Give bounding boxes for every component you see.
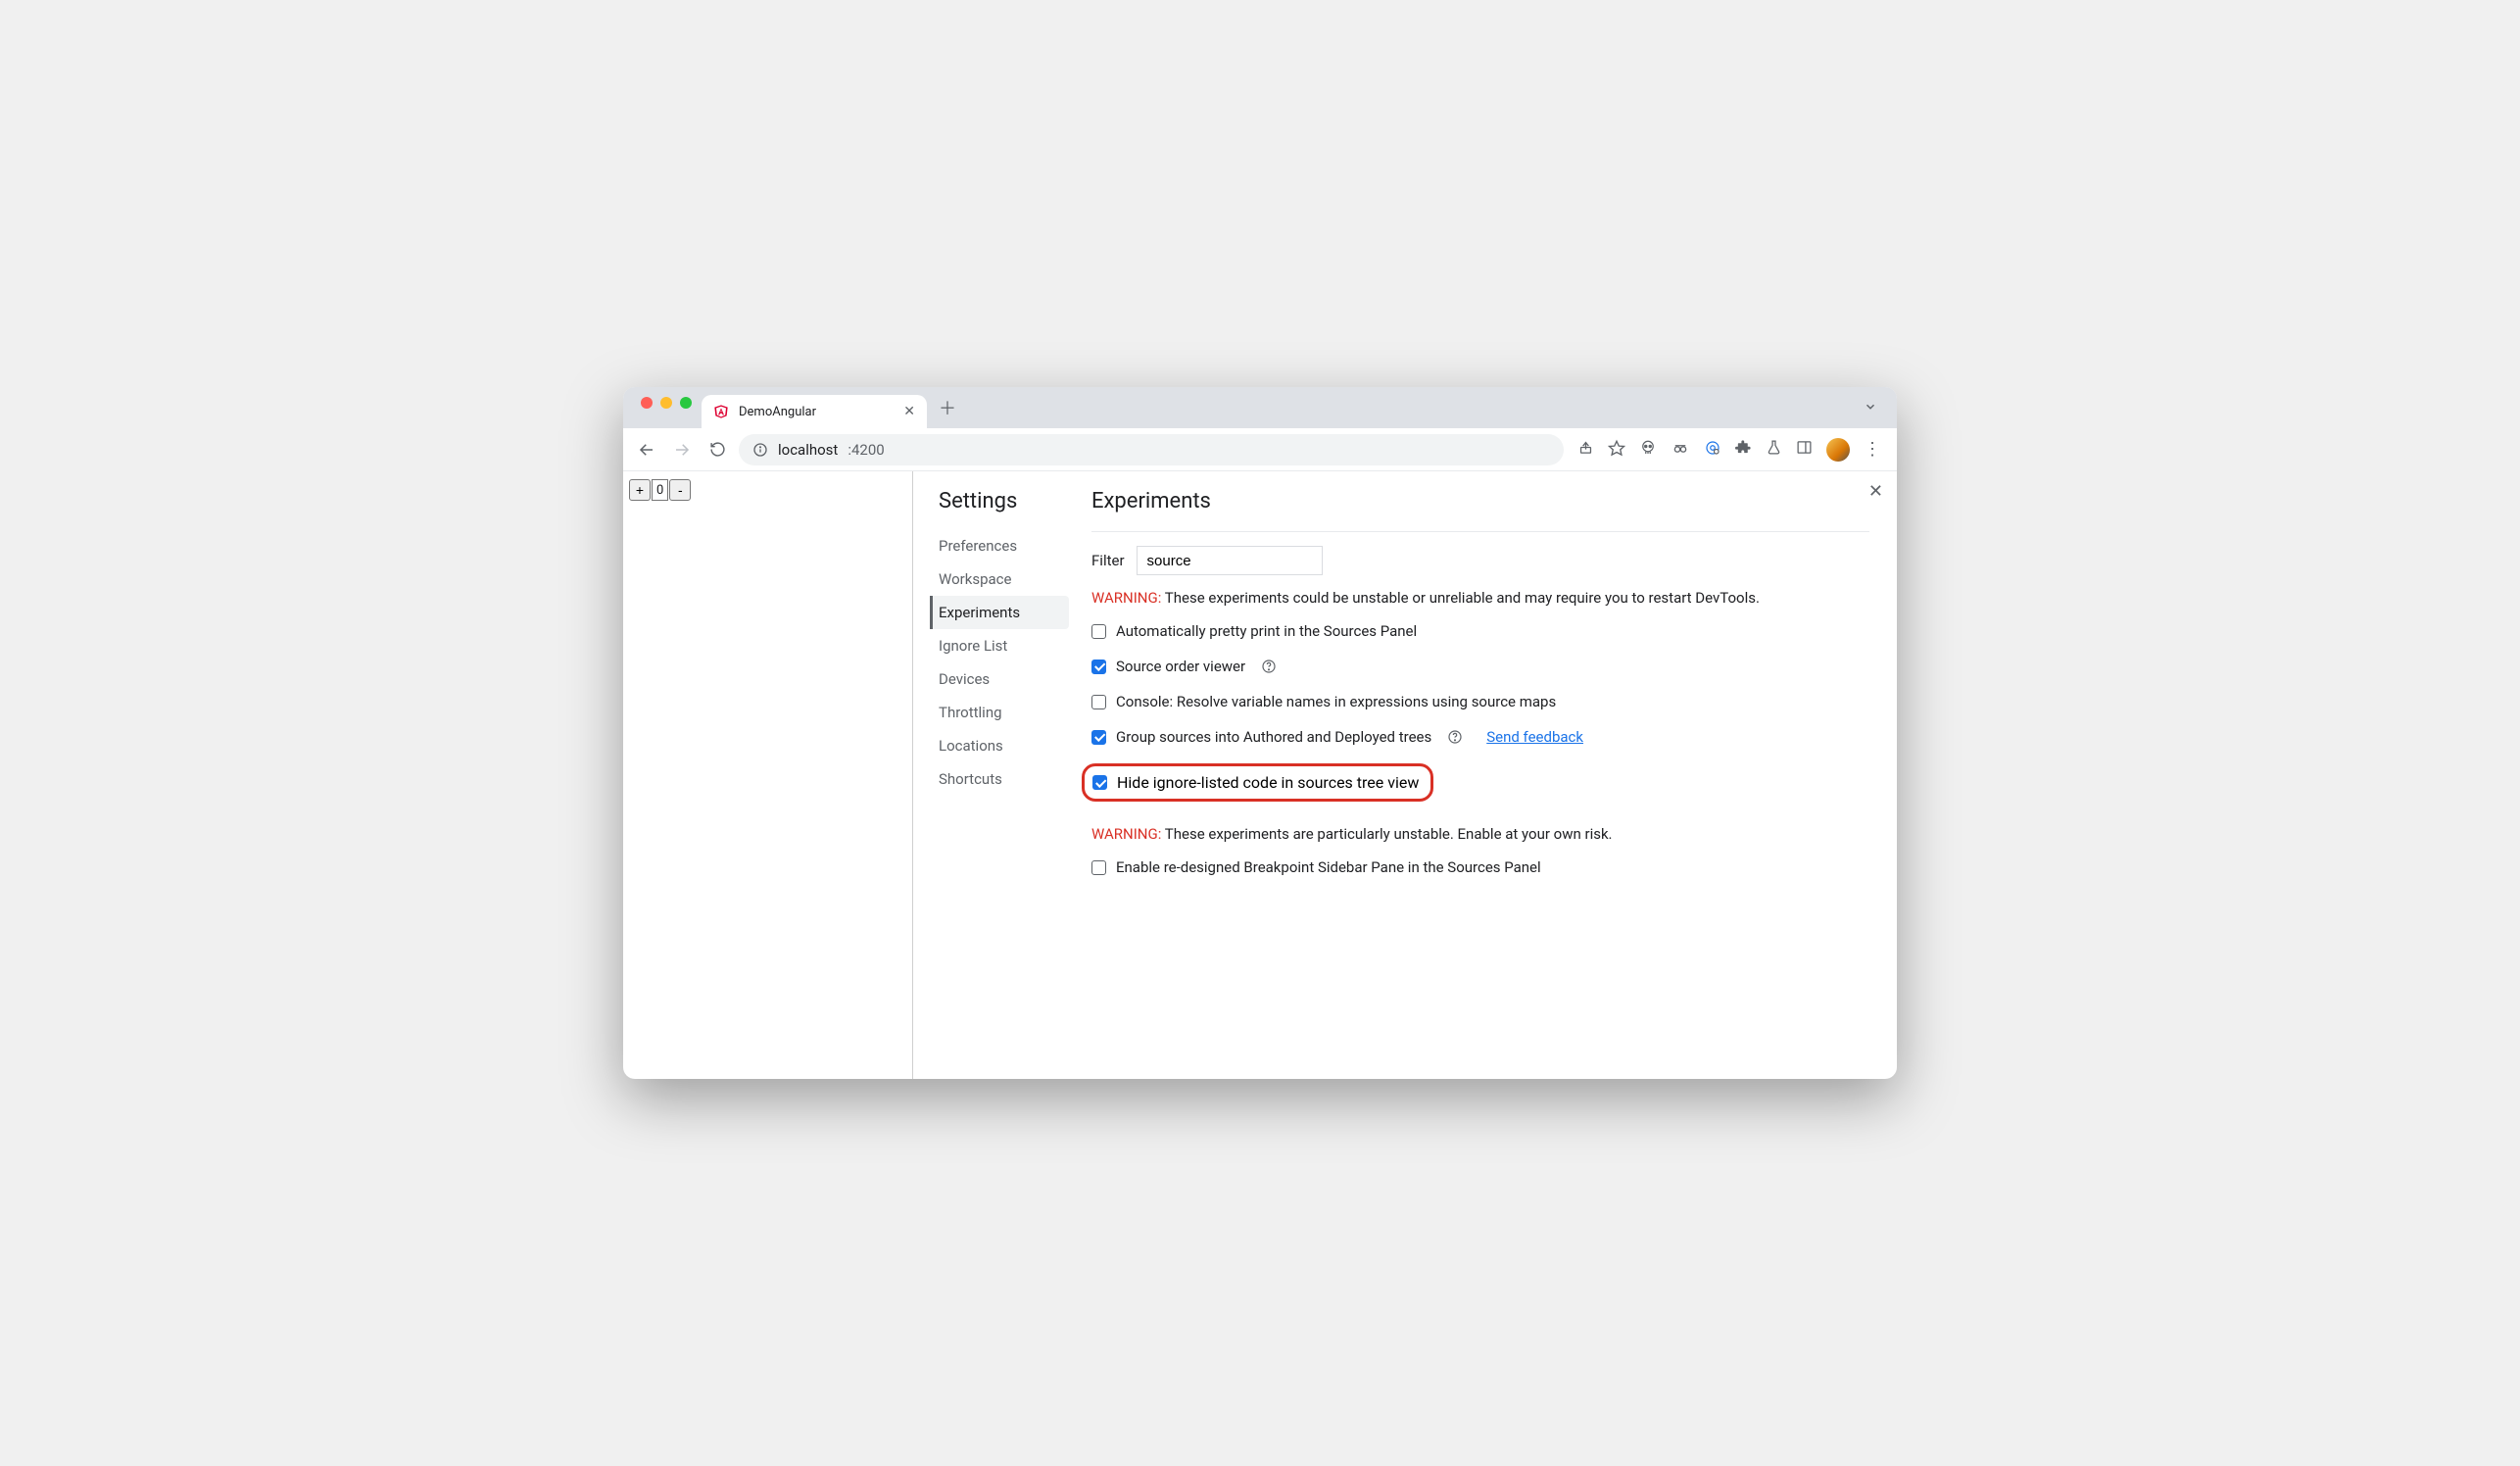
url-port: :4200 [848,441,884,459]
angular-icon [713,404,729,419]
site-info-icon[interactable] [752,442,768,458]
nav-devices[interactable]: Devices [930,662,1069,696]
experiment-pretty-print: Automatically pretty print in the Source… [1091,622,1869,640]
checkbox-console-resolve[interactable] [1091,695,1106,709]
filter-input[interactable] [1137,546,1323,575]
experiment-group-sources: Group sources into Authored and Deployed… [1091,728,1869,746]
address-bar[interactable]: localhost :4200 [739,434,1564,465]
forward-button[interactable] [668,436,696,464]
checkbox-pretty-print[interactable] [1091,624,1106,639]
experiments-list: Automatically pretty print in the Source… [1091,622,1869,802]
counter-increment-button[interactable]: + [629,479,651,501]
nav-throttling[interactable]: Throttling [930,696,1069,729]
experiment-label: Hide ignore-listed code in sources tree … [1117,773,1419,792]
back-button[interactable] [633,436,660,464]
counter-widget: + 0 - [629,479,906,501]
side-panel-icon[interactable] [1796,439,1813,460]
toolbar-actions: ⋮ [1572,438,1887,462]
experiment-label: Enable re-designed Breakpoint Sidebar Pa… [1116,858,1541,876]
close-settings-button[interactable]: ✕ [1868,481,1883,502]
warning-text: These experiments could be unstable or u… [1161,589,1760,607]
divider [1091,531,1869,532]
tab-close-button[interactable]: ✕ [903,404,915,419]
extension-incognito-icon[interactable] [1671,439,1690,461]
experiment-console-resolve: Console: Resolve variable names in expre… [1091,693,1869,710]
bookmark-icon[interactable] [1608,439,1625,461]
experiments-heading: Experiments [1091,489,1869,513]
warning-label: WARNING: [1091,589,1161,607]
profile-avatar[interactable] [1826,438,1850,462]
send-feedback-link[interactable]: Send feedback [1486,728,1583,746]
nav-shortcuts[interactable]: Shortcuts [930,762,1069,796]
new-tab-button[interactable]: ＋ [933,393,962,422]
counter-value: 0 [652,479,668,501]
page-body: + 0 - [623,471,912,1079]
browser-window: DemoAngular ✕ ＋ localhost :4200 [623,387,1897,1079]
page-content: + 0 - ✕ Settings Preferences Workspace E… [623,471,1897,1079]
experiments-list-unstable: Enable re-designed Breakpoint Sidebar Pa… [1091,858,1869,876]
reload-button[interactable] [703,436,731,464]
experiment-hide-ignore-highlight: Hide ignore-listed code in sources tree … [1082,763,1433,802]
warning-unstable: WARNING: These experiments could be unst… [1091,589,1869,607]
warning-label: WARNING: [1091,825,1161,843]
checkbox-source-order[interactable] [1091,660,1106,674]
tabs-dropdown-button[interactable] [1856,399,1885,417]
filter-label: Filter [1091,552,1125,569]
checkbox-hide-ignore[interactable] [1092,775,1107,790]
settings-nav: Preferences Workspace Experiments Ignore… [939,529,1069,796]
window-minimize-button[interactable] [660,397,672,409]
help-icon[interactable] [1261,659,1277,674]
experiment-label: Group sources into Authored and Deployed… [1116,728,1431,746]
experiment-label: Source order viewer [1116,658,1245,675]
extension-skull-icon[interactable] [1639,439,1657,461]
experiment-label: Console: Resolve variable names in expre… [1116,693,1556,710]
nav-ignore-list[interactable]: Ignore List [930,629,1069,662]
warning-particularly-unstable: WARNING: These experiments are particula… [1091,825,1869,843]
url-host: localhost [778,441,838,459]
nav-experiments[interactable]: Experiments [930,596,1069,629]
counter-decrement-button[interactable]: - [669,479,691,501]
nav-locations[interactable]: Locations [930,729,1069,762]
checkbox-group-sources[interactable] [1091,730,1106,745]
extensions-icon[interactable] [1735,439,1752,460]
window-controls [635,397,702,418]
experiment-source-order: Source order viewer [1091,658,1869,675]
filter-row: Filter [1091,546,1869,575]
toolbar: localhost :4200 ⋮ [623,428,1897,471]
tab-bar: DemoAngular ✕ ＋ [623,387,1897,428]
experiment-label: Automatically pretty print in the Source… [1116,622,1417,640]
tab-title: DemoAngular [739,405,816,419]
extension-target-icon[interactable] [1704,439,1721,461]
devtools-settings-panel: ✕ Settings Preferences Workspace Experim… [912,471,1897,1079]
share-icon[interactable] [1577,439,1594,460]
settings-title: Settings [939,489,1069,513]
nav-workspace[interactable]: Workspace [930,562,1069,596]
warning-text: These experiments are particularly unsta… [1161,825,1612,843]
experiment-breakpoint-sidebar: Enable re-designed Breakpoint Sidebar Pa… [1091,858,1869,876]
settings-sidebar: Settings Preferences Workspace Experimen… [913,471,1070,1079]
browser-tab[interactable]: DemoAngular ✕ [702,395,927,428]
help-icon[interactable] [1447,729,1463,745]
experiments-panel: Experiments Filter WARNING: These experi… [1070,471,1897,1079]
nav-preferences[interactable]: Preferences [930,529,1069,562]
browser-menu-button[interactable]: ⋮ [1864,439,1881,460]
window-close-button[interactable] [641,397,653,409]
checkbox-breakpoint-sidebar[interactable] [1091,860,1106,875]
window-maximize-button[interactable] [680,397,692,409]
labs-icon[interactable] [1766,439,1782,460]
